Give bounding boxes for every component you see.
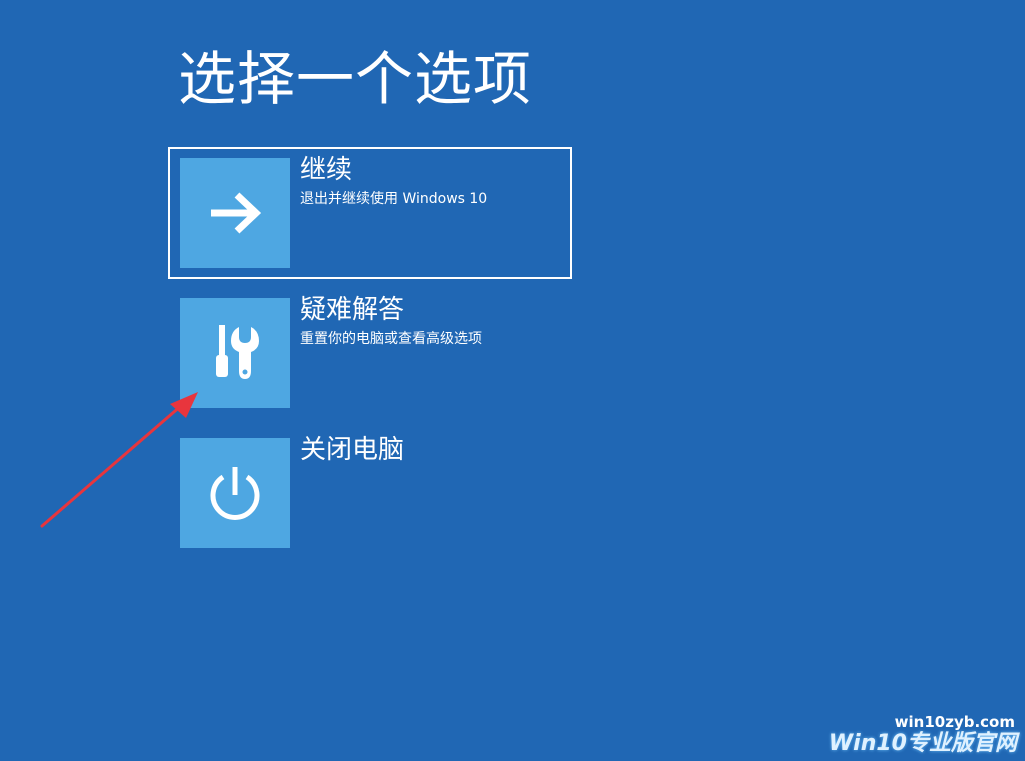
arrow-right-icon [211, 192, 262, 234]
watermark-brand: Win10专业版官网 [828, 731, 1017, 756]
continue-title: 继续 [300, 155, 353, 185]
troubleshoot-title: 疑难解答 [300, 295, 405, 325]
watermark: win10zyb.com Win10专业版官网 [829, 713, 1017, 757]
continue-option[interactable]: 继续 退出并继续使用 Windows 10 [168, 147, 572, 279]
continue-description: 退出并继续使用 Windows 10 [300, 191, 488, 207]
shutdown-tile[interactable] [180, 438, 290, 548]
power-icon [210, 467, 260, 520]
shutdown-title: 关闭电脑 [300, 435, 405, 465]
troubleshoot-option[interactable]: 疑难解答 重置你的电脑或查看高级选项 [168, 287, 572, 419]
continue-tile[interactable] [180, 158, 290, 268]
troubleshoot-tile[interactable] [180, 298, 290, 408]
page-title: 选择一个选项 [178, 45, 533, 113]
watermark-url: win10zyb.com [894, 713, 1015, 731]
tools-icon [216, 325, 259, 379]
shutdown-option[interactable]: 关闭电脑 [168, 427, 572, 559]
troubleshoot-description: 重置你的电脑或查看高级选项 [300, 331, 482, 347]
